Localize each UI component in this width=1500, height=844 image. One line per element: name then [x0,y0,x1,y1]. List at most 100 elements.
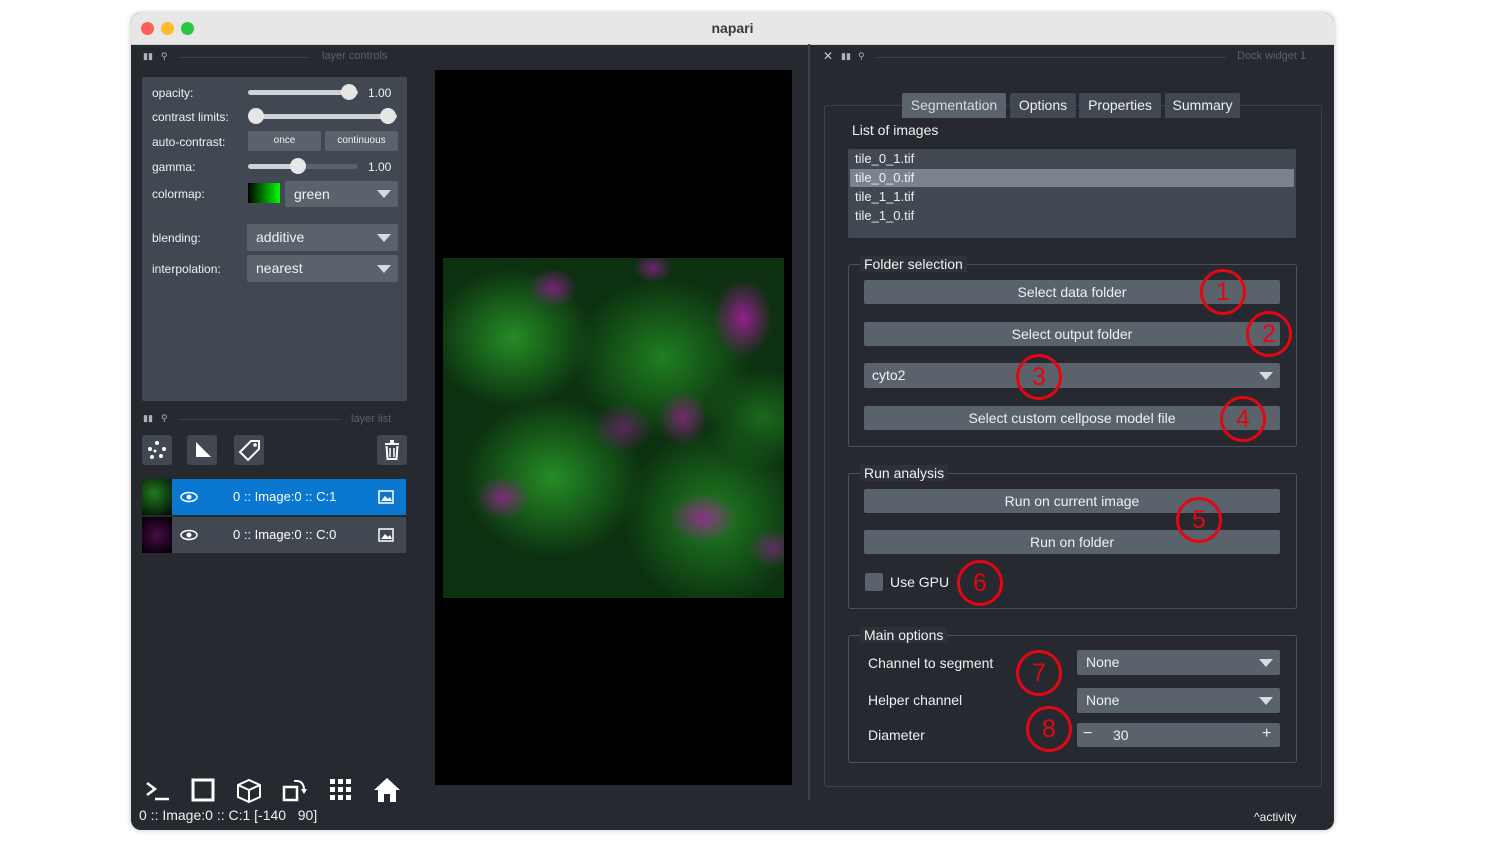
helper-channel-label: Helper channel [868,692,963,708]
float-icon[interactable]: ▮▮ [143,51,153,62]
chevron-down-icon [377,265,391,273]
new-points-layer-button[interactable] [142,435,172,465]
grid-icon[interactable] [326,775,356,805]
diameter-value[interactable]: 30 [1113,727,1129,743]
tag-icon [238,440,260,462]
use-gpu-checkbox[interactable] [865,573,883,591]
dock-widget-title: Dock widget 1 [1237,50,1307,62]
console-icon[interactable] [142,775,172,805]
zoom-icon[interactable]: ⚲ [161,413,168,424]
channel-to-segment-select[interactable]: None [1077,650,1280,675]
list-item[interactable]: tile_1_0.tif [855,208,914,223]
layer-controls-panel: opacity: 1.00 contrast limits: auto-cont… [142,77,407,401]
run-on-folder-button[interactable]: Run on folder [864,530,1280,554]
contrast-min-handle[interactable] [248,108,264,124]
list-item-label: tile_0_0.tif [855,170,915,185]
once-button[interactable]: once [248,131,321,151]
interpolation-select[interactable]: nearest [247,255,398,282]
colormap-preview [248,183,280,203]
image-list[interactable]: tile_0_1.tif tile_0_0.tif tile_1_1.tif t… [848,149,1296,238]
increment-icon[interactable]: + [1262,725,1271,743]
layer-thumbnail [142,517,172,553]
blending-label: blending: [152,231,201,245]
list-item[interactable]: tile_1_1.tif [855,189,914,204]
square-icon[interactable] [188,775,218,805]
folder-selection-title: Folder selection [860,256,967,272]
run-analysis-title: Run analysis [860,465,949,481]
float-icon[interactable]: ▮▮ [841,51,851,62]
zoom-icon[interactable]: ⚲ [858,51,865,62]
select-custom-model-button[interactable]: Select custom cellpose model file [864,406,1280,430]
contrast-limits-slider[interactable] [252,114,397,119]
opacity-slider-handle[interactable] [341,84,357,100]
layer-list-title: layer list [351,413,392,425]
dock-splitter[interactable] [808,44,810,800]
viewer-canvas[interactable] [435,70,792,785]
cube-icon[interactable] [234,775,264,805]
eye-icon[interactable] [180,490,198,504]
model-select[interactable]: cyto2 [864,363,1280,388]
list-item-selected[interactable]: tile_0_0.tif [850,169,1294,187]
tab-options[interactable]: Options [1010,93,1076,118]
rotate-icon[interactable] [280,775,310,805]
tab-properties[interactable]: Properties [1079,93,1161,118]
annotation-marker: 5 [1176,497,1222,543]
layer-name: 0 :: Image:0 :: C:1 [233,489,337,504]
eye-icon[interactable] [180,528,198,542]
list-item[interactable]: tile_0_1.tif [855,151,914,166]
new-shapes-layer-button[interactable] [187,435,217,465]
channel-value: None [1086,654,1120,670]
tab-segmentation[interactable]: Segmentation [902,93,1006,118]
diameter-spinbox[interactable]: − 30 + [1077,723,1280,747]
points-icon [148,441,166,459]
delete-layer-button[interactable] [377,435,407,465]
layer-name: 0 :: Image:0 :: C:0 [233,527,337,542]
image-icon [378,490,394,504]
annotation-marker: 2 [1246,311,1292,357]
diameter-label: Diameter [868,727,925,743]
annotation-marker: 8 [1026,706,1072,752]
close-dock-icon[interactable]: ✕ [823,49,833,63]
interpolation-value: nearest [256,260,303,276]
blending-value: additive [256,229,305,245]
zoom-icon[interactable]: ⚲ [161,51,168,62]
main-options-title: Main options [860,627,948,643]
select-output-folder-button[interactable]: Select output folder [864,322,1280,346]
list-of-images-title: List of images [852,122,939,138]
title-bar: napari [131,13,1334,45]
shapes-icon [196,442,211,457]
tab-summary[interactable]: Summary [1165,93,1240,118]
contrast-limits-label: contrast limits: [152,110,229,124]
float-icon[interactable]: ▮▮ [143,413,153,424]
decrement-icon[interactable]: − [1083,725,1092,743]
window-title: napari [711,20,754,36]
blending-select[interactable]: additive [247,224,398,251]
activity-label: activity [1259,810,1297,824]
colormap-select[interactable]: green [285,181,398,207]
auto-contrast-label: auto-contrast: [152,135,226,149]
new-labels-layer-button[interactable] [234,435,264,465]
helper-channel-select[interactable]: None [1077,688,1280,713]
gamma-value: 1.00 [368,160,392,174]
gamma-slider-handle[interactable] [290,158,306,174]
contrast-max-handle[interactable] [380,108,396,124]
chevron-down-icon [1259,697,1273,705]
use-gpu-label: Use GPU [890,574,950,590]
chevron-down-icon [377,234,391,242]
layer-thumbnail [142,479,172,515]
layer-row-c0[interactable]: 0 :: Image:0 :: C:0 [142,517,406,553]
chevron-down-icon [377,190,391,198]
layer-controls-title: layer controls [322,50,388,62]
annotation-marker: 3 [1016,354,1062,400]
annotation-marker: 6 [957,560,1003,606]
gamma-label: gamma: [152,160,196,174]
home-icon[interactable] [372,775,402,805]
activity-button[interactable]: ^activity [1254,810,1296,824]
chevron-down-icon [1259,372,1273,380]
model-value: cyto2 [872,367,906,383]
layer-row-c1[interactable]: 0 :: Image:0 :: C:1 [142,479,406,515]
opacity-value: 1.00 [368,86,392,100]
opacity-label: opacity: [152,86,194,100]
colormap-value: green [294,186,330,202]
continuous-button[interactable]: continuous [325,131,398,151]
